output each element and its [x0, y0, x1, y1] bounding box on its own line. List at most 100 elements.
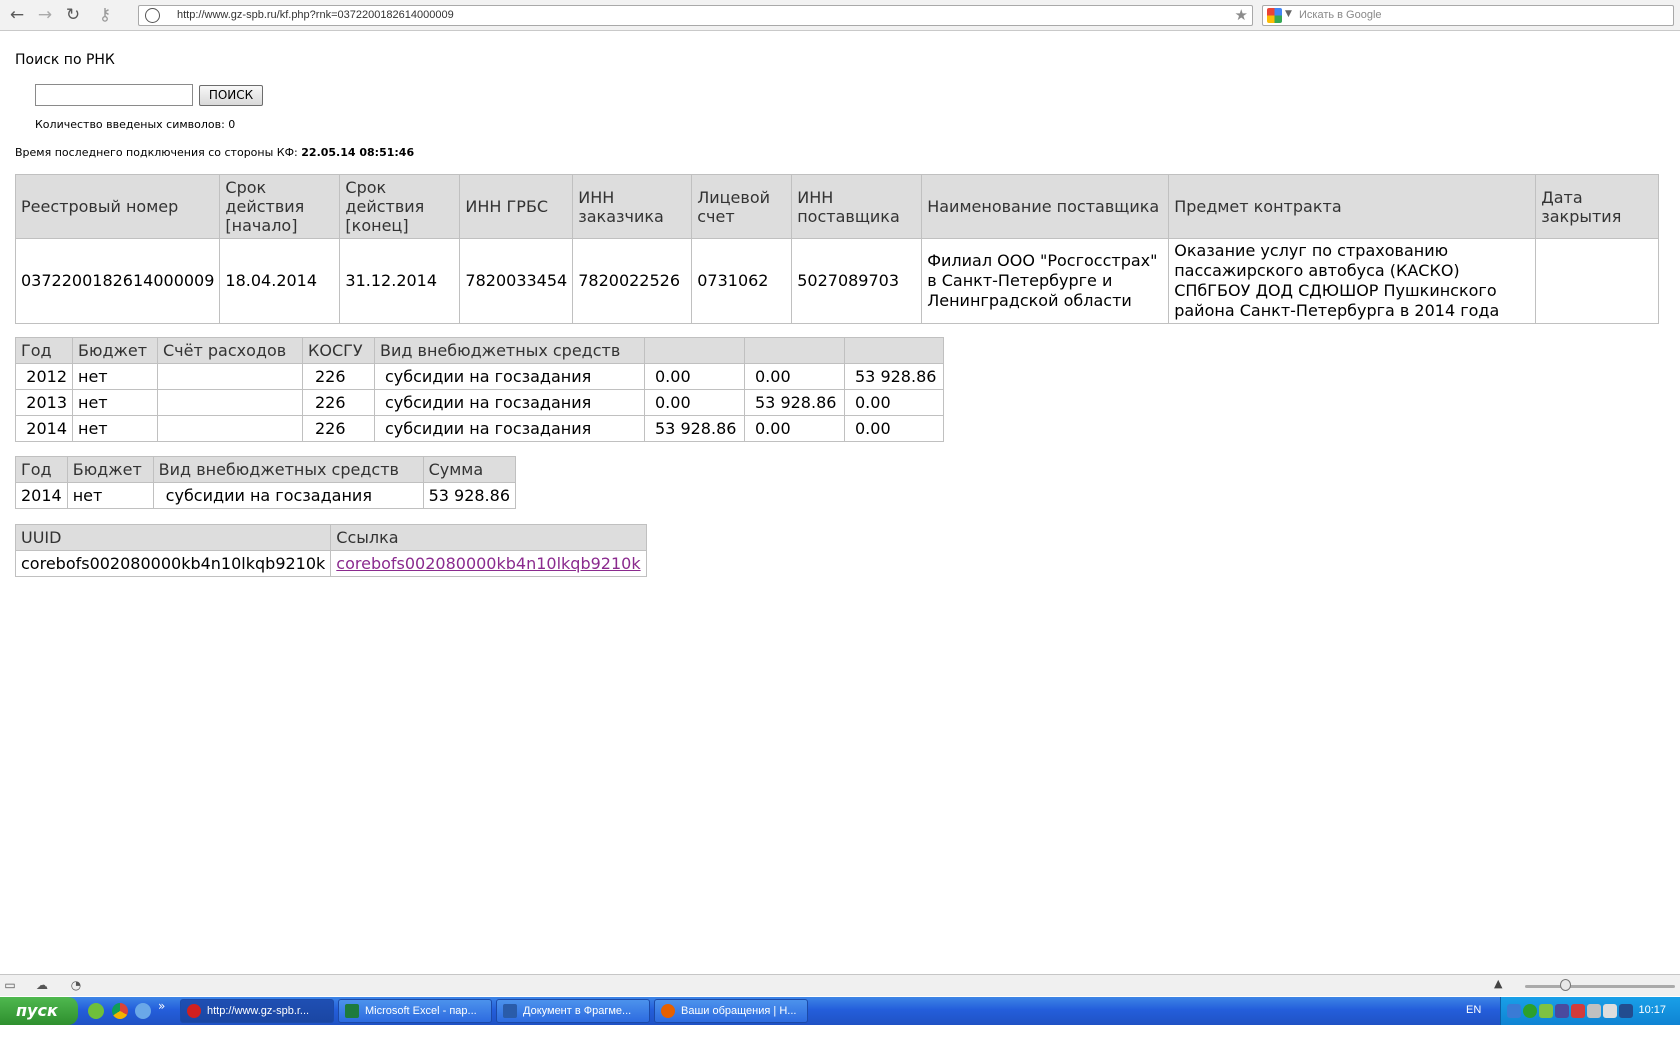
table-cell: 226: [302, 415, 375, 442]
header-cell: Наименование поставщика: [921, 174, 1170, 239]
tray-app-icon[interactable]: [1555, 1004, 1569, 1018]
header-cell: Срок действия [начало]: [219, 174, 341, 239]
last-connection-label: Время последнего подключения со стороны …: [15, 146, 298, 159]
table-cell: 31.12.2014: [339, 238, 461, 324]
header-cell: Дата закрытия: [1535, 174, 1659, 239]
page-content: Поиск по РНК ПОИСК Количество введеных с…: [0, 32, 1680, 972]
uuid-cell: corebofs002080000kb4n10lkqb9210k: [14, 550, 332, 577]
zoom-slider-track[interactable]: [1525, 985, 1675, 988]
globe-icon: [145, 8, 160, 23]
firefox-icon: [661, 1004, 675, 1018]
header-cell: Предмет контракта: [1168, 174, 1537, 239]
table-cell: субсидии на госзадания: [374, 415, 645, 442]
taskbar-item-label: Ваши обращения | Н...: [681, 1005, 797, 1017]
table-cell: [157, 415, 303, 442]
volume-icon[interactable]: [1603, 1004, 1617, 1018]
language-indicator[interactable]: EN: [1466, 1004, 1481, 1016]
address-bar[interactable]: http://www.gz-spb.ru/kf.php?rnk=03722001…: [138, 5, 1253, 26]
table-cell: 0.00: [744, 363, 845, 390]
header-cell: Год: [15, 456, 68, 483]
header-cell: ИНН ГРБС: [459, 174, 574, 239]
table-cell: субсидии на госзадания: [374, 389, 645, 416]
header-cell: Вид внебюджетных средств: [374, 337, 645, 364]
taskbar-item[interactable]: http://www.gz-spb.r...: [180, 999, 334, 1023]
taskbar-item[interactable]: Документ в Фрагме...: [496, 999, 650, 1023]
forward-arrow-icon[interactable]: →: [34, 4, 56, 26]
table-cell: 0372200182614000009: [14, 238, 221, 324]
header-cell: Вид внебюджетных средств: [152, 456, 424, 483]
clock[interactable]: 10:17: [1638, 1004, 1666, 1016]
header-cell: Бюджет: [72, 337, 158, 364]
table-cell: 5027089703: [791, 238, 923, 324]
search-placeholder[interactable]: Искать в Google: [1299, 9, 1382, 21]
table-row: corebofs002080000kb4n10lkqb9210k corebof…: [14, 550, 647, 577]
table-cell: 2014: [15, 482, 68, 509]
header-cell: [844, 337, 944, 364]
table-row: 2014 нет 226 субсидии на госзадания 53 9…: [15, 415, 944, 442]
google-icon[interactable]: [1267, 8, 1282, 23]
uuid-link[interactable]: corebofs002080000kb4n10lkqb9210k: [336, 554, 640, 573]
panel-toggle-icon[interactable]: ▭: [2, 978, 18, 992]
header-cell: ИНН поставщика: [791, 174, 923, 239]
tray-app-icon[interactable]: [1539, 1004, 1553, 1018]
table-cell: 2012: [15, 363, 73, 390]
opera-icon: [187, 1004, 201, 1018]
speed-dial-icon[interactable]: ◔: [68, 978, 84, 992]
kaspersky-icon[interactable]: [1571, 1004, 1585, 1018]
taskbar-item-label: Документ в Фрагме...: [523, 1005, 632, 1017]
key-icon[interactable]: ⚷: [94, 4, 116, 26]
chrome-icon[interactable]: [112, 1003, 128, 1019]
word-icon: [503, 1004, 517, 1018]
taskbar-item[interactable]: Ваши обращения | Н...: [654, 999, 808, 1023]
quicklaunch-icon[interactable]: [88, 1003, 104, 1019]
tray-app-icon[interactable]: [1619, 1004, 1633, 1018]
excel-icon: [345, 1004, 359, 1018]
table-cell: нет: [72, 363, 158, 390]
zoom-slider-thumb[interactable]: [1560, 979, 1571, 991]
uuid-table: UUID Ссылка corebofs002080000kb4n10lkqb9…: [14, 524, 647, 577]
table-cell: 2013: [15, 389, 73, 416]
rnk-search-input[interactable]: [35, 84, 193, 106]
table-cell: нет: [72, 415, 158, 442]
url-text[interactable]: http://www.gz-spb.ru/kf.php?rnk=03722001…: [177, 9, 454, 21]
table-header-row: Реестровый номер Срок действия [начало] …: [14, 174, 1659, 239]
table-cell: 7820022526: [572, 238, 693, 324]
finance-table: Год Бюджет Счёт расходов КОСГУ Вид внебю…: [15, 337, 944, 442]
ie-icon[interactable]: [135, 1003, 151, 1019]
table-cell: Филиал ООО "Росгосстрах" в Санкт-Петербу…: [921, 238, 1170, 324]
tray-app-icon[interactable]: [1507, 1004, 1521, 1018]
table-cell: 7820033454: [459, 238, 574, 324]
last-connection-info: Время последнего подключения со стороны …: [15, 146, 414, 159]
last-connection-value: 22.05.14 08:51:46: [301, 146, 415, 159]
header-cell: UUID: [14, 524, 332, 551]
tray-app-icon[interactable]: [1523, 1004, 1537, 1018]
table-cell: 0.00: [844, 415, 944, 442]
web-search-box[interactable]: ▼ Искать в Google: [1262, 5, 1674, 26]
table-cell: [1535, 238, 1659, 324]
table-cell: Оказание услуг по страхованию пассажирск…: [1168, 238, 1537, 324]
header-cell: КОСГУ: [302, 337, 375, 364]
header-cell: Срок действия [конец]: [339, 174, 461, 239]
taskbar-item-label: http://www.gz-spb.r...: [207, 1005, 310, 1017]
chevron-right-icon[interactable]: »: [158, 999, 165, 1013]
back-arrow-icon[interactable]: ←: [6, 4, 28, 26]
char-count-label: Количество введеных символов: 0: [35, 118, 236, 131]
reload-icon[interactable]: ↻: [62, 4, 84, 26]
chevron-down-icon[interactable]: ▼: [1285, 9, 1292, 19]
table-row: 2013 нет 226 субсидии на госзадания 0.00…: [15, 389, 944, 416]
header-cell: [744, 337, 845, 364]
table-row: 0372200182614000009 18.04.2014 31.12.201…: [14, 238, 1659, 324]
cloud-icon[interactable]: ☁: [34, 978, 50, 992]
table-cell: 0.00: [644, 389, 745, 416]
network-icon[interactable]: [1587, 1004, 1601, 1018]
bookmark-star-icon[interactable]: ★: [1235, 6, 1248, 24]
table-cell: 2014: [15, 415, 73, 442]
start-button[interactable]: пуск: [0, 997, 78, 1025]
header-cell: Лицевой счет: [691, 174, 793, 239]
browser-toolbar: ← → ↻ ⚷ http://www.gz-spb.ru/kf.php?rnk=…: [0, 0, 1680, 31]
table-cell: 53 928.86: [644, 415, 745, 442]
table-cell: 53 928.86: [744, 389, 845, 416]
arrow-up-icon[interactable]: ▲: [1494, 977, 1502, 990]
search-button[interactable]: ПОИСК: [199, 85, 263, 106]
taskbar-item[interactable]: Microsoft Excel - пар...: [338, 999, 492, 1023]
